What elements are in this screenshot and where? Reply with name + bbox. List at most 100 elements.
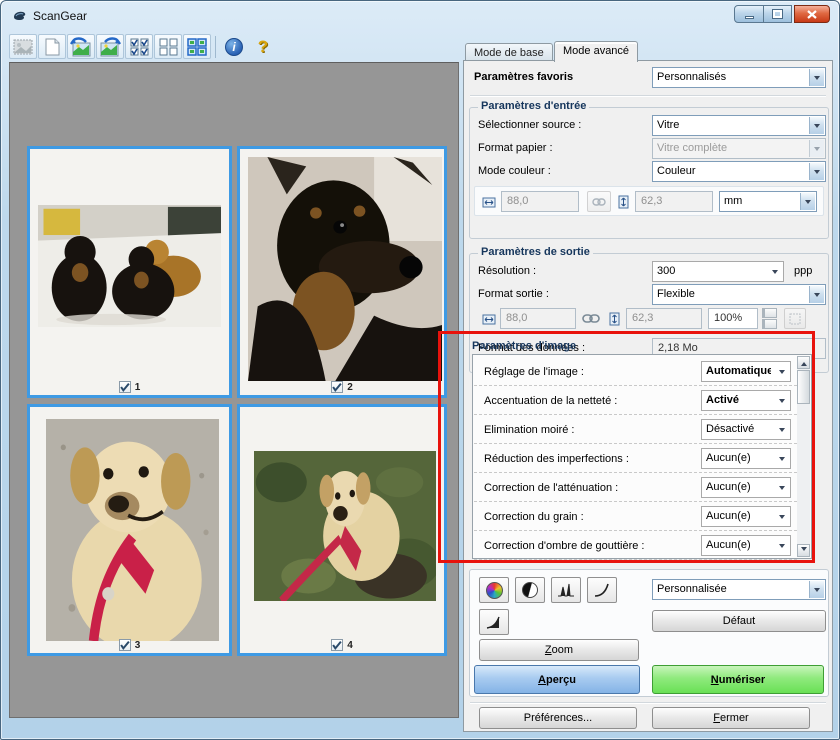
- minimize-icon: [744, 15, 754, 19]
- setting-label: Réglage de l'image :: [484, 366, 584, 378]
- setting-label: Correction du grain :: [484, 511, 584, 523]
- divider: [470, 95, 826, 96]
- saturation-button[interactable]: [479, 577, 509, 603]
- check-icon: [119, 641, 130, 650]
- title-bar[interactable]: ScanGear: [1, 1, 839, 31]
- brightness-contrast-button[interactable]: [515, 577, 545, 603]
- scroll-up-button[interactable]: [797, 356, 810, 369]
- help-icon: ?: [257, 36, 269, 56]
- brightness-contrast-icon: [522, 582, 538, 598]
- maximize-button[interactable]: [764, 5, 792, 23]
- thumbnail-3-photo: [46, 419, 219, 641]
- thumbnail-1-photo: [38, 205, 221, 327]
- thumbnail-3-checkbox[interactable]: [118, 639, 131, 651]
- thumbnail-3[interactable]: 3: [27, 404, 232, 656]
- chevron-down-icon: [809, 69, 824, 86]
- color-mode-label: Mode couleur :: [478, 165, 551, 177]
- input-dimensions-band: 88,0 62,3 mm: [474, 186, 824, 216]
- resolution-unit-label: ppp: [794, 265, 813, 277]
- thumbnail-4[interactable]: 4: [237, 404, 447, 656]
- select-source-select[interactable]: Vitre: [652, 115, 826, 136]
- scale-field[interactable]: 100%: [708, 308, 758, 329]
- image-settings-scrollbar[interactable]: [797, 356, 810, 557]
- link-dimensions-button[interactable]: [587, 191, 611, 212]
- thumbnail-2-checkbox[interactable]: [331, 381, 344, 393]
- zoom-button[interactable]: Zoom: [479, 639, 639, 661]
- chevron-down-icon: [774, 363, 789, 380]
- thumbnail-1-number: 1: [134, 381, 141, 393]
- scroll-thumb[interactable]: [797, 370, 810, 404]
- chevron-down-icon: [809, 163, 824, 180]
- help-button[interactable]: ?: [249, 34, 277, 59]
- sharpness-select[interactable]: Activé: [701, 390, 791, 411]
- chevron-down-icon: [809, 140, 824, 157]
- chevron-down-icon: [774, 421, 789, 438]
- favorites-select[interactable]: Personnalisés: [652, 67, 826, 88]
- favorites-label: Paramètres favoris: [474, 71, 574, 83]
- output-width-field: 88,0: [500, 308, 576, 329]
- image-adjustment-select[interactable]: Automatique: [701, 361, 791, 382]
- histogram-button[interactable]: [551, 577, 581, 603]
- stepper-down-button[interactable]: [762, 319, 777, 329]
- output-height-field: 62,3: [626, 308, 702, 329]
- gutter-shadow-select[interactable]: Aucun(e): [701, 535, 791, 556]
- thumbnail-2[interactable]: 2: [237, 146, 447, 398]
- tab-basic-mode[interactable]: Mode de base: [465, 43, 553, 61]
- image-settings-list: Réglage de l'image : Automatique Accentu…: [472, 354, 812, 560]
- setting-label: Accentuation de la netteté :: [484, 395, 618, 407]
- clear-button[interactable]: [38, 34, 66, 59]
- tone-curve-button[interactable]: [587, 577, 617, 603]
- toolbar-separator: [215, 35, 216, 58]
- resolution-select[interactable]: 300: [652, 261, 784, 282]
- resolution-label: Résolution :: [478, 265, 537, 277]
- image-settings-title: Paramètres d'image: [472, 340, 577, 352]
- default-button[interactable]: Défaut: [652, 610, 826, 632]
- chevron-down-icon: [774, 479, 789, 496]
- rotate-left-button[interactable]: [67, 34, 95, 59]
- preview-button[interactable]: Aperçu: [474, 665, 640, 694]
- check-all-icon: [130, 38, 148, 55]
- grain-correction-select[interactable]: Aucun(e): [701, 506, 791, 527]
- scan-button[interactable]: Numériser: [652, 665, 824, 694]
- maximize-icon: [772, 9, 783, 19]
- output-format-select[interactable]: Flexible: [652, 284, 826, 305]
- preset-select[interactable]: Personnalisée: [652, 579, 826, 600]
- thumbnail-4-checkbox[interactable]: [331, 639, 344, 651]
- rotate-right-button[interactable]: [96, 34, 124, 59]
- crop-thumbnail-button[interactable]: [9, 34, 37, 59]
- info-icon: i: [225, 37, 243, 56]
- paper-size-label: Format papier :: [478, 142, 553, 154]
- check-all-button[interactable]: [125, 34, 153, 59]
- input-settings-title: Paramètres d'entrée: [478, 100, 590, 112]
- chevron-down-icon: [809, 286, 824, 303]
- close-button[interactable]: [794, 5, 830, 23]
- input-height-field: 62,3: [635, 191, 713, 212]
- dust-reduction-select[interactable]: Aucun(e): [701, 448, 791, 469]
- setting-label: Correction de l'atténuation :: [484, 482, 619, 494]
- final-review-button[interactable]: [479, 609, 509, 635]
- close-dialog-button[interactable]: Fermer: [652, 707, 810, 729]
- crop-thumbnail-icon: [13, 39, 33, 54]
- scangear-window: ScanGear i ? 1 2 3 4 Mode de base Mode a…: [0, 0, 840, 740]
- preferences-button[interactable]: Préférences...: [479, 707, 637, 729]
- unit-select[interactable]: mm: [719, 191, 817, 212]
- uncheck-all-button[interactable]: [154, 34, 182, 59]
- color-wheel-icon: [485, 581, 503, 599]
- scroll-down-button[interactable]: [797, 544, 810, 557]
- thumbnail-2-photo: [248, 157, 442, 381]
- info-button[interactable]: i: [220, 34, 248, 59]
- thumbnail-1-checkbox[interactable]: [118, 381, 131, 393]
- scale-stepper[interactable]: [762, 308, 777, 329]
- select-all-button[interactable]: [183, 34, 211, 59]
- descreen-select[interactable]: Désactivé: [701, 419, 791, 440]
- image-setting-row: Elimination moiré : Désactivé: [474, 415, 797, 444]
- thumbnail-1[interactable]: 1: [27, 146, 232, 398]
- color-mode-select[interactable]: Couleur: [652, 161, 826, 182]
- fading-correction-select[interactable]: Aucun(e): [701, 477, 791, 498]
- tab-advanced-mode[interactable]: Mode avancé: [554, 41, 639, 62]
- select-all-icon: [187, 37, 207, 56]
- minimize-button[interactable]: [734, 5, 764, 23]
- link-icon: [592, 197, 606, 206]
- stepper-up-button[interactable]: [762, 308, 777, 318]
- chevron-down-icon: [800, 193, 815, 210]
